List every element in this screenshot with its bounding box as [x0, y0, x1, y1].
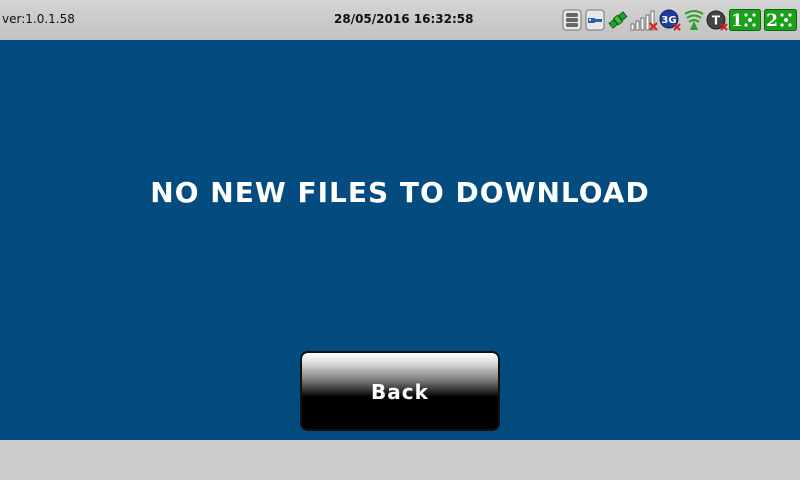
sim-2-icon: 2 — [764, 9, 797, 31]
sim-1-icon: 1 — [729, 9, 761, 31]
footer-bar — [0, 440, 800, 480]
svg-text:1: 1 — [731, 11, 743, 31]
datetime-label: 28/05/2016 16:32:58 — [334, 12, 474, 26]
satellite-icon — [608, 11, 628, 29]
status-bar: ver:1.0.1.58 28/05/2016 16:32:58 3G T 1 … — [0, 0, 800, 40]
status-message: NO NEW FILES TO DOWNLOAD — [150, 176, 650, 209]
usb-icon — [585, 9, 605, 31]
back-button[interactable]: Back — [300, 351, 500, 431]
status-icons: 3G T 1 2 — [562, 9, 798, 31]
svg-text:T: T — [712, 14, 721, 28]
wifi-icon — [684, 10, 704, 30]
t-icon: T — [706, 10, 728, 31]
main-panel: NO NEW FILES TO DOWNLOAD Back — [0, 40, 800, 440]
storage-icon — [562, 9, 582, 31]
signal-strength-icon — [630, 10, 658, 31]
3g-icon: 3G — [659, 9, 681, 31]
screen: ver:1.0.1.58 28/05/2016 16:32:58 3G T 1 … — [0, 0, 800, 480]
svg-text:2: 2 — [766, 11, 778, 31]
version-label: ver:1.0.1.58 — [2, 12, 75, 26]
back-button-label: Back — [371, 380, 429, 404]
